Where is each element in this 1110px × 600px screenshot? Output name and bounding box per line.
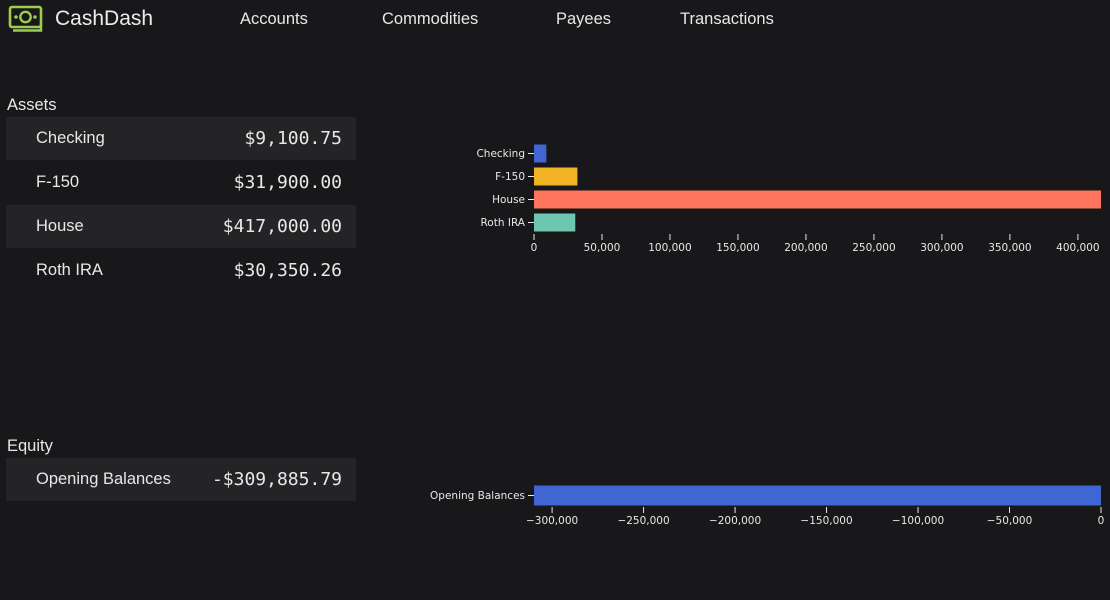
nav-accounts[interactable]: Accounts [240,10,308,29]
x-tick-label: 150,000 [716,242,759,254]
y-tick-label: Roth IRA [480,217,525,229]
x-tick-label: 0 [531,242,538,254]
y-tick-label: Checking [476,148,525,160]
bar-house [534,190,1101,209]
x-tick-label: −100,000 [892,515,944,527]
x-tick-label: 100,000 [648,242,691,254]
x-tick-label: −50,000 [987,515,1033,527]
bar-opening-balances [534,485,1101,506]
top-nav-bar: CashDash Accounts Commodities Payees Tra… [0,0,1110,40]
nav-commodities[interactable]: Commodities [382,10,478,29]
equity-section-title: Equity [7,437,53,455]
bar-checking [534,144,547,163]
y-tick-label: F-150 [495,171,525,183]
nav-transactions[interactable]: Transactions [680,10,774,29]
bar-f-150 [534,167,578,186]
x-tick-label: 300,000 [920,242,963,254]
y-tick-label: Opening Balances [430,490,525,502]
x-tick-label: 350,000 [988,242,1031,254]
y-tick-label: House [492,194,525,206]
x-tick-label: 400,000 [1056,242,1099,254]
x-tick-label: −250,000 [617,515,669,527]
x-tick-label: −300,000 [526,515,578,527]
x-tick-label: −200,000 [709,515,761,527]
bar-roth-ira [534,213,576,232]
nav-payees[interactable]: Payees [556,10,611,29]
cash-icon[interactable] [8,4,44,34]
app-title[interactable]: CashDash [55,7,153,31]
x-tick-label: −150,000 [800,515,852,527]
x-tick-label: 50,000 [584,242,621,254]
x-tick-label: 0 [1098,515,1105,527]
assets-section-title: Assets [7,96,57,114]
x-tick-label: 250,000 [852,242,895,254]
equity-bar-chart: Opening Balances −300,000 −250,000 −200,000… [430,485,1105,527]
assets-bar-chart: Checking F-150 House Roth IRA 0 50,000 100,000… [476,144,1101,254]
x-tick-label: 200,000 [784,242,827,254]
